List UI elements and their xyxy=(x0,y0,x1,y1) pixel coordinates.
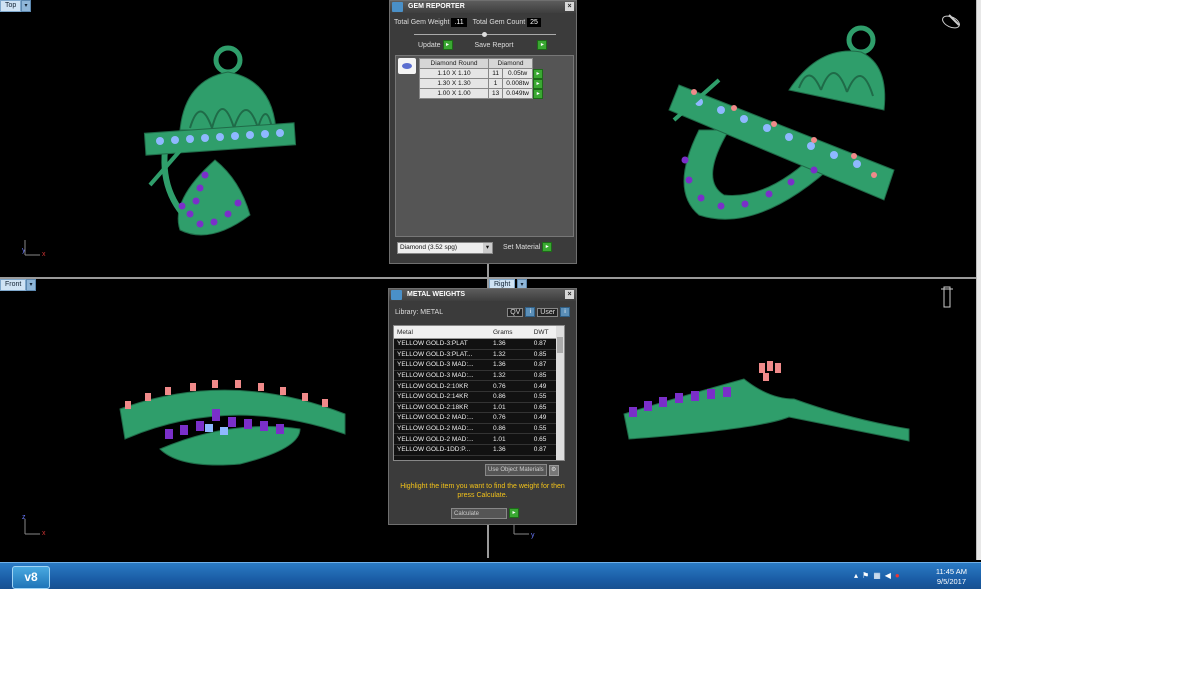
gem-table-row[interactable]: 1.30 X 1.30 1 0.008tw ▸ xyxy=(419,78,544,89)
chevron-down-icon[interactable]: ▾ xyxy=(483,243,492,253)
update-button[interactable]: ▸ xyxy=(442,40,453,51)
system-clock[interactable]: 11:45 AM 9/5/2017 xyxy=(936,567,967,587)
metal-list-scrollbar[interactable] xyxy=(556,326,564,460)
metal-weights-titlebar[interactable]: METAL WEIGHTS × xyxy=(389,289,576,301)
table-row[interactable]: YELLOW GOLD-2 MAD:... 0.86 0.55 xyxy=(394,423,564,435)
tray-arrow-icon[interactable]: ▴ xyxy=(854,571,862,580)
set-material-label[interactable]: Set Material xyxy=(503,244,540,251)
clock-time: 11:45 AM xyxy=(935,567,967,576)
gem-reporter-slider[interactable] xyxy=(414,32,556,38)
gem-reporter-title: GEM REPORTER xyxy=(408,3,465,10)
clock-date: 9/5/2017 xyxy=(936,577,967,586)
user-info-icon[interactable]: i xyxy=(560,307,570,318)
table-row[interactable]: YELLOW GOLD-3 MAD:... 1.32 0.85 xyxy=(394,370,564,382)
table-row[interactable]: YELLOW GOLD-2 MAD:... 1.01 0.65 xyxy=(394,433,564,445)
save-report-button-label[interactable]: Save Report xyxy=(474,42,513,49)
svg-text:x: x xyxy=(42,251,46,258)
metal-weights-panel[interactable]: METAL WEIGHTS × Library: METAL QV i User… xyxy=(388,288,577,525)
metal-weights-logo-icon xyxy=(391,290,402,300)
set-material-button[interactable]: ▸ xyxy=(542,242,553,253)
flag-icon[interactable]: ⚑ xyxy=(862,571,873,580)
metal-list[interactable]: Metal Grams DWT YELLOW GOLD-3:PLAT 1.36 0.… xyxy=(393,325,565,461)
metal-weights-title: METAL WEIGHTS xyxy=(407,291,466,298)
desktop-area: Top ▾ y x Front ▾ z x Right ▾ y GEM REPO… xyxy=(0,0,981,589)
gem-table-header-shape: Diamond Round xyxy=(419,58,489,69)
table-row[interactable]: YELLOW GOLD-1DD:P... 1.36 0.87 xyxy=(394,444,564,456)
calculate-button[interactable]: ▸ xyxy=(508,508,519,519)
gem-table-header-type: Diamond xyxy=(487,58,534,69)
total-gem-weight-label: Total Gem Weight xyxy=(394,19,450,26)
taskbar: v8 ▴⚑▦◀● 11:45 AM 9/5/2017 xyxy=(0,562,981,589)
gem-row-go-button[interactable]: ▸ xyxy=(533,88,544,99)
gem-row-go-button[interactable]: ▸ xyxy=(533,68,544,79)
gem-table-row[interactable]: 1.10 X 1.10 11 0.05tw ▸ xyxy=(419,68,544,79)
material-select[interactable]: Diamond (3.52 spg) ▾ xyxy=(397,242,493,254)
gem-table: Diamond Round Diamond 1.10 X 1.10 11 0.0… xyxy=(419,58,544,99)
library-label: Library: METAL xyxy=(395,309,444,316)
close-icon[interactable]: × xyxy=(565,290,574,299)
metal-col-header[interactable]: Metal xyxy=(394,326,490,339)
diamond-gem-icon xyxy=(398,58,416,74)
svg-text:y: y xyxy=(531,532,535,539)
tray-icons: ▴⚑▦◀● xyxy=(854,571,904,580)
user-toggle[interactable]: User xyxy=(537,308,559,317)
calculate-select[interactable]: Calculate xyxy=(451,508,507,519)
table-row[interactable]: YELLOW GOLD-2:18KR 1.01 0.65 xyxy=(394,402,564,414)
start-button[interactable]: v8 xyxy=(12,566,50,589)
table-row[interactable]: YELLOW GOLD-3:PLAT 1.36 0.87 xyxy=(394,338,564,350)
metal-table: Metal Grams DWT YELLOW GOLD-3:PLAT 1.36 0.… xyxy=(394,326,564,456)
qv-info-icon[interactable]: i xyxy=(525,307,536,318)
network-icon[interactable]: ▦ xyxy=(873,571,885,580)
table-row[interactable]: YELLOW GOLD-2:10KR 0.76 0.49 xyxy=(394,380,564,392)
grams-col-header[interactable]: Grams xyxy=(490,326,531,339)
settings-icon[interactable]: ⚙ xyxy=(548,465,559,476)
save-report-button[interactable]: ▸ xyxy=(537,40,548,51)
gem-row-go-button[interactable]: ▸ xyxy=(533,78,544,89)
close-icon[interactable]: × xyxy=(565,2,574,11)
table-row[interactable]: YELLOW GOLD-3 MAD:... 1.36 0.87 xyxy=(394,359,564,371)
svg-text:z: z xyxy=(22,514,26,521)
right-edge-strip xyxy=(976,0,981,560)
volume-icon[interactable]: ◀ xyxy=(885,571,895,580)
gem-reporter-panel[interactable]: GEM REPORTER × Total Gem Weight .11 Tota… xyxy=(389,0,577,264)
instruction-text: Highlight the item you want to find the … xyxy=(400,483,565,499)
update-button-label[interactable]: Update xyxy=(418,42,441,49)
table-row[interactable]: YELLOW GOLD-2 MAD:... 0.76 0.49 xyxy=(394,412,564,424)
svg-text:x: x xyxy=(42,530,46,537)
table-row[interactable]: YELLOW GOLD-3:PLAT... 1.32 0.85 xyxy=(394,349,564,361)
gem-reporter-logo-icon xyxy=(392,2,403,12)
total-gem-count-label: Total Gem Count xyxy=(472,19,526,26)
antivirus-icon[interactable]: ● xyxy=(895,571,904,580)
qv-toggle[interactable]: QV xyxy=(507,308,524,317)
total-gem-count-value: 25 xyxy=(527,18,541,27)
use-object-materials-button[interactable]: Use Object Materials xyxy=(485,464,547,476)
table-row[interactable]: YELLOW GOLD-2:14KR 0.86 0.55 xyxy=(394,391,564,403)
gem-reporter-titlebar[interactable]: GEM REPORTER × xyxy=(390,1,576,13)
gem-table-row[interactable]: 1.00 X 1.00 13 0.049tw ▸ xyxy=(419,88,544,99)
total-gem-weight-value: .11 xyxy=(451,18,467,27)
camera-icon xyxy=(943,286,951,308)
